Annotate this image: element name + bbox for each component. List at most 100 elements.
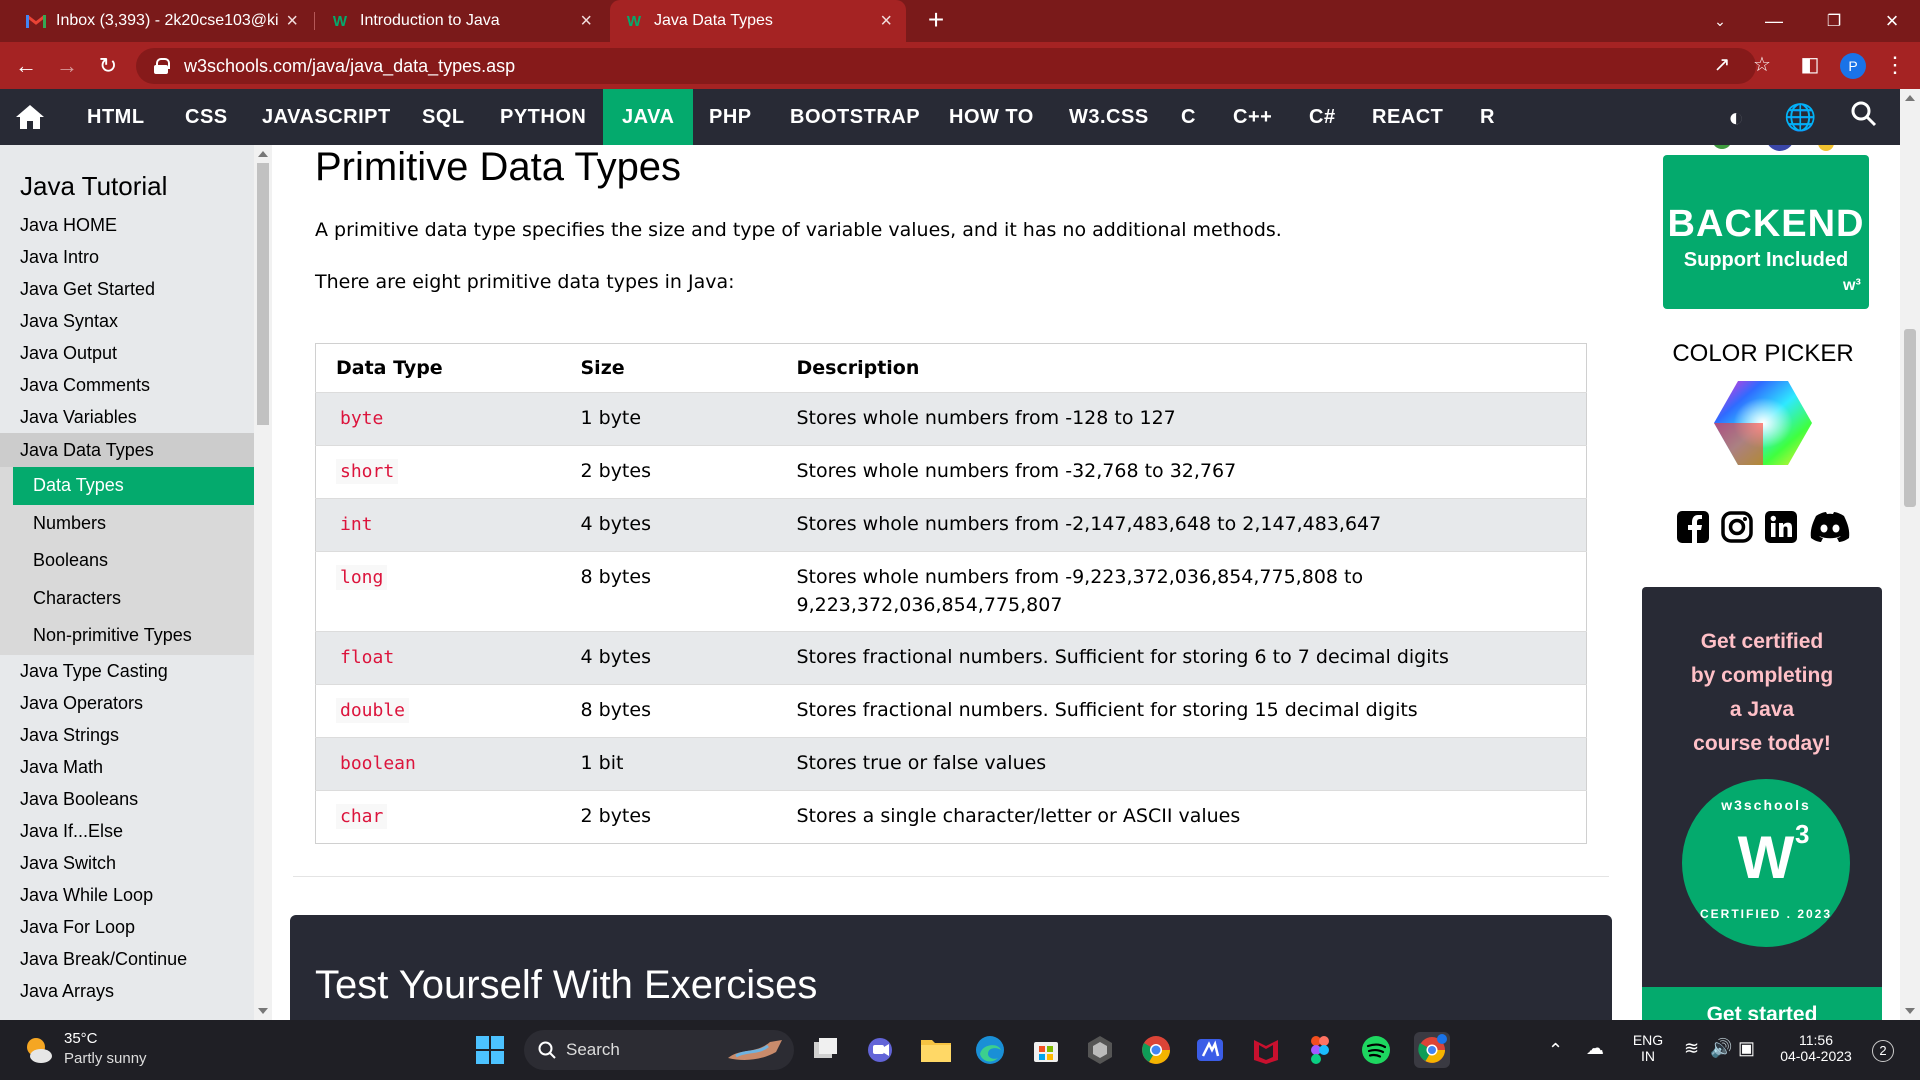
taskbar-search[interactable]: Search (524, 1030, 794, 1070)
sidebar-item-operators[interactable]: Java Operators (0, 687, 254, 719)
restore-icon[interactable]: ❐ (1806, 0, 1862, 42)
dev-tool-icon[interactable] (1082, 1032, 1118, 1068)
scrollbar-thumb[interactable] (257, 163, 269, 425)
teams-chat-icon[interactable] (862, 1032, 898, 1068)
sidebar-item-comments[interactable]: Java Comments (0, 369, 254, 401)
share-icon[interactable]: ↗ (1709, 52, 1735, 78)
clock[interactable]: 11:56 04-04-2023 (1774, 1032, 1858, 1064)
tab-search-icon[interactable]: ⌄ (1692, 0, 1748, 42)
sidebar-subitem-booleans[interactable]: Booleans (0, 542, 254, 580)
nav-javascript[interactable]: JAVASCRIPT (243, 89, 410, 145)
wifi-icon[interactable]: ≋ (1684, 1038, 1699, 1059)
back-icon[interactable]: ← (12, 52, 40, 80)
battery-icon[interactable]: ▣ (1738, 1038, 1755, 1059)
new-tab-button[interactable]: + (921, 6, 951, 36)
nav-php[interactable]: PHP (690, 89, 771, 145)
discord-icon[interactable] (1808, 510, 1852, 546)
sidebar-item-while-loop[interactable]: Java While Loop (0, 879, 254, 911)
sidebar-item-type-casting[interactable]: Java Type Casting (0, 655, 254, 687)
start-icon[interactable] (472, 1032, 508, 1068)
notification-badge[interactable]: 2 (1872, 1040, 1894, 1062)
sidebar-subitem-data-types[interactable]: Data Types (13, 467, 254, 505)
weather-widget[interactable]: 35°C Partly sunny (18, 1028, 218, 1072)
scroll-down-arrow-icon[interactable] (1905, 1008, 1915, 1014)
sidebar-item-for-loop[interactable]: Java For Loop (0, 911, 254, 943)
menu-kebab-icon[interactable]: ⋮ (1884, 50, 1906, 80)
sidebar-item-get-started[interactable]: Java Get Started (0, 273, 254, 305)
sidebar-item-if-else[interactable]: Java If...Else (0, 815, 254, 847)
file-explorer-icon[interactable] (918, 1032, 954, 1068)
mcafee-icon[interactable] (1248, 1032, 1284, 1068)
sidebar-item-math[interactable]: Java Math (0, 751, 254, 783)
onedrive-icon[interactable]: ☁ (1586, 1038, 1604, 1059)
reload-icon[interactable]: ↻ (94, 52, 122, 80)
vpn-app-icon[interactable] (1192, 1032, 1228, 1068)
nav-csharp[interactable]: C# (1290, 89, 1355, 145)
sidebar-subitem-non-primitive[interactable]: Non-primitive Types (0, 617, 254, 655)
sidebar-item-variables[interactable]: Java Variables (0, 401, 254, 433)
nav-how-to[interactable]: HOW TO (930, 89, 1053, 145)
tab-intro-java[interactable]: W Introduction to Java × (316, 0, 606, 42)
sidebar-item-java-intro[interactable]: Java Intro (0, 241, 254, 273)
dark-mode-icon[interactable]: ◐ (1720, 101, 1752, 133)
spotify-icon[interactable] (1358, 1032, 1394, 1068)
nav-c[interactable]: C (1162, 89, 1215, 145)
task-view-icon[interactable] (808, 1032, 844, 1068)
sidebar-item-java-home[interactable]: Java HOME (0, 209, 254, 241)
side-panel-icon[interactable]: ◧ (1797, 52, 1823, 78)
sidebar-item-syntax[interactable]: Java Syntax (0, 305, 254, 337)
sidebar-item-output[interactable]: Java Output (0, 337, 254, 369)
tab-java-data-types[interactable]: W Java Data Types × (610, 0, 906, 42)
tab-gmail[interactable]: Inbox (3,393) - 2k20cse103@kiot × (12, 0, 312, 42)
volume-icon[interactable]: 🔊 (1710, 1038, 1732, 1059)
show-hidden-icons-icon[interactable]: ⌃ (1548, 1040, 1563, 1061)
sidebar-scrollbar[interactable] (254, 145, 272, 1020)
bookmark-star-icon[interactable]: ☆ (1749, 52, 1775, 78)
nav-react[interactable]: REACT (1353, 89, 1462, 145)
nav-css[interactable]: CSS (166, 89, 247, 145)
sidebar-item-break-continue[interactable]: Java Break/Continue (0, 943, 254, 975)
close-window-icon[interactable]: × (1864, 0, 1920, 42)
nav-bootstrap[interactable]: BOOTSTRAP (771, 89, 939, 145)
scroll-up-arrow-icon[interactable] (258, 151, 268, 157)
nav-python[interactable]: PYTHON (481, 89, 605, 145)
sidebar-item-switch[interactable]: Java Switch (0, 847, 254, 879)
url-field[interactable]: w3schools.com/java/java_data_types.asp (136, 48, 1756, 84)
microsoft-store-icon[interactable] (1028, 1032, 1064, 1068)
sidebar-item-data-types-section[interactable]: Java Data Types (0, 433, 254, 467)
nav-w3css[interactable]: W3.CSS (1050, 89, 1168, 145)
nav-html[interactable]: HTML (68, 89, 164, 145)
sidebar-item-arrays[interactable]: Java Arrays (0, 975, 254, 1007)
close-tab-icon[interactable]: × (880, 10, 892, 33)
close-tab-icon[interactable]: × (286, 10, 298, 33)
minimize-icon[interactable]: — (1746, 0, 1802, 42)
nav-cpp[interactable]: C++ (1214, 89, 1291, 145)
profile-avatar[interactable]: P (1840, 53, 1866, 79)
nav-java[interactable]: JAVA (603, 89, 694, 145)
sidebar-subitem-numbers[interactable]: Numbers (0, 505, 254, 543)
chrome-icon[interactable] (1138, 1032, 1174, 1068)
scroll-down-arrow-icon[interactable] (258, 1008, 268, 1014)
scrollbar-thumb[interactable] (1904, 329, 1916, 507)
nav-r[interactable]: R (1461, 89, 1514, 145)
color-picker-label[interactable]: COLOR PICKER (1642, 340, 1884, 368)
search-icon[interactable] (1848, 101, 1880, 133)
edge-icon[interactable] (972, 1032, 1008, 1068)
linkedin-icon[interactable] (1764, 510, 1800, 546)
figma-icon[interactable] (1302, 1032, 1338, 1068)
home-icon[interactable] (14, 103, 48, 131)
sidebar-item-booleans[interactable]: Java Booleans (0, 783, 254, 815)
sidebar-subitem-characters[interactable]: Characters (0, 580, 254, 618)
globe-icon[interactable]: 🌐 (1784, 101, 1816, 133)
sidebar-item-strings[interactable]: Java Strings (0, 719, 254, 751)
forward-icon[interactable]: → (53, 52, 81, 80)
language-indicator[interactable]: ENG IN (1630, 1032, 1666, 1064)
instagram-icon[interactable] (1720, 510, 1756, 546)
scroll-up-arrow-icon[interactable] (1905, 95, 1915, 101)
close-tab-icon[interactable]: × (580, 10, 592, 33)
facebook-icon[interactable] (1676, 510, 1712, 546)
backend-ad[interactable]: BACKEND Support Included w³ (1663, 155, 1869, 309)
chrome-profile-icon[interactable] (1414, 1032, 1450, 1068)
get-started-button[interactable]: Get started (1642, 987, 1882, 1020)
page-scrollbar[interactable] (1900, 89, 1920, 1020)
